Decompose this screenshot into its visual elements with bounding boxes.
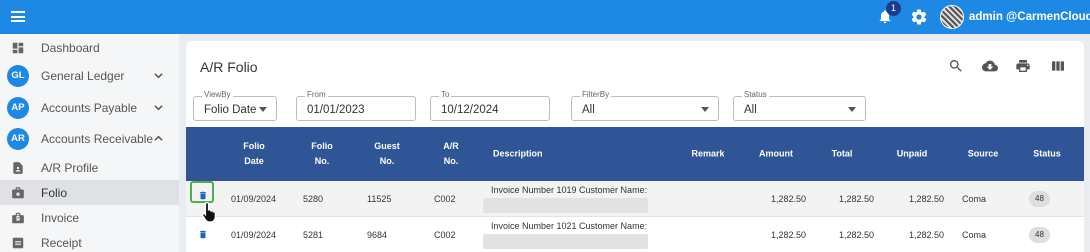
sidebar-item-dashboard[interactable]: Dashboard	[0, 35, 179, 60]
cloud-download-icon[interactable]	[982, 58, 998, 74]
column-header[interactable]: Folio Date	[236, 139, 272, 169]
caret-down-icon	[259, 107, 267, 112]
invoice-icon	[12, 212, 24, 224]
column-header[interactable]: Status	[1026, 147, 1068, 162]
sidebar-item-label: General Ledger	[41, 69, 125, 83]
hamburger-menu-icon[interactable]	[11, 11, 25, 22]
chevron-up-icon	[154, 135, 163, 141]
folio-icon	[12, 187, 24, 199]
column-header[interactable]: Remark	[686, 147, 730, 162]
sidebar-item-label: A/R Profile	[41, 161, 99, 175]
dashboard-icon	[12, 42, 24, 54]
sidebar-item-label: Invoice	[41, 211, 80, 225]
filterby-value: All	[582, 104, 595, 116]
column-header[interactable]: Description	[493, 147, 553, 162]
sidebar-item-label: Accounts Receivable	[41, 132, 154, 146]
from-value: 01/01/2023	[307, 104, 365, 116]
chevron-down-icon	[154, 105, 163, 111]
from-date-field[interactable]: From 01/01/2023	[296, 90, 416, 121]
sidebar-item-ar-profile[interactable]: A/R Profile	[0, 155, 179, 180]
redacted-text	[483, 198, 648, 213]
column-header[interactable]: Unpaid	[890, 147, 934, 162]
trash-icon[interactable]	[198, 228, 208, 241]
cell-description: Invoice Number 1019 Customer Name:	[491, 185, 648, 195]
to-value: 10/12/2024	[441, 104, 499, 116]
main-card: A/R Folio ViewBy Folio Date From 01/01/2…	[186, 41, 1084, 252]
cell-ar-no: C002	[434, 194, 456, 204]
status-value: All	[744, 104, 757, 116]
cell-description: Invoice Number 1021 Customer Name:	[491, 221, 648, 231]
receipt-icon	[12, 237, 24, 249]
column-header[interactable]: Total	[824, 147, 860, 162]
cell-source: Coma	[962, 194, 987, 204]
column-header[interactable]: Guest No.	[369, 139, 405, 169]
cell-unpaid: 1,282.50	[908, 194, 944, 204]
viewby-value: Folio Date	[204, 104, 257, 116]
filterby-label: FilterBy	[580, 90, 612, 99]
sidebar-item-folio[interactable]: Folio	[0, 180, 179, 205]
gl-badge: GL	[7, 65, 29, 87]
viewby-select[interactable]: ViewBy Folio Date	[193, 90, 277, 121]
top-app-bar: 1 admin @CarmenCloud	[0, 0, 1090, 34]
cell-folio-no: 5281	[303, 230, 324, 240]
to-date-field[interactable]: To 10/12/2024	[430, 90, 550, 121]
search-icon[interactable]	[948, 58, 964, 74]
status-badge: 48	[1029, 227, 1050, 243]
chevron-down-icon	[154, 73, 163, 79]
column-header[interactable]: Folio No.	[304, 139, 340, 169]
cell-guest-no: 11525	[367, 194, 392, 204]
sidebar-item-label: Receipt	[41, 236, 82, 250]
column-header[interactable]: A/R No.	[433, 139, 469, 169]
print-icon[interactable]	[1015, 58, 1031, 74]
profile-icon	[13, 162, 23, 174]
user-label[interactable]: admin @CarmenCloud	[969, 11, 1090, 23]
columns-icon[interactable]	[1050, 58, 1066, 74]
cell-ar-no: C002	[434, 230, 456, 240]
ap-badge: AP	[7, 97, 29, 119]
hand-cursor-icon	[202, 201, 216, 223]
status-badge: 48	[1029, 191, 1050, 207]
sidebar: Dashboard GL General Ledger AP Accounts …	[0, 34, 179, 252]
cell-total: 1,282.50	[838, 230, 874, 240]
sidebar-item-accounts-receivable[interactable]: AR Accounts Receivable	[0, 126, 179, 151]
status-label: Status	[742, 90, 769, 99]
cell-amount: 1,282.50	[770, 194, 806, 204]
sidebar-item-label: Dashboard	[41, 41, 100, 55]
cell-unpaid: 1,282.50	[908, 230, 944, 240]
cell-folio-date: 01/09/2024	[231, 230, 277, 240]
status-select[interactable]: Status All	[733, 90, 866, 121]
redacted-text	[483, 234, 648, 249]
from-label: From	[305, 90, 328, 99]
sidebar-item-accounts-payable[interactable]: AP Accounts Payable	[0, 95, 179, 120]
sidebar-item-label: Folio	[41, 186, 68, 200]
column-header[interactable]: Amount	[754, 147, 798, 162]
cell-amount: 1,282.50	[770, 230, 806, 240]
sidebar-item-receipt[interactable]: Receipt	[0, 230, 179, 252]
column-header[interactable]: Source	[961, 147, 1005, 162]
cell-folio-date: 01/09/2024	[231, 194, 277, 204]
viewby-label: ViewBy	[202, 90, 233, 99]
page-title: A/R Folio	[200, 59, 258, 75]
table-header: Folio Date Folio No. Guest No. A/R No. Descr…	[186, 127, 1084, 181]
to-label: To	[439, 90, 452, 99]
cell-total: 1,282.50	[838, 194, 874, 204]
cell-folio-no: 5280	[303, 194, 324, 204]
filterby-select[interactable]: FilterBy All	[571, 90, 719, 121]
gear-icon[interactable]	[910, 8, 928, 26]
table-row[interactable]: 01/09/2024 5281 9684 C002 Invoice Number…	[186, 217, 1084, 252]
avatar[interactable]	[940, 5, 964, 29]
table-row[interactable]: 01/09/2024 5280 11525 C002 Invoice Numbe…	[186, 181, 1084, 217]
cell-guest-no: 9684	[367, 230, 388, 240]
sidebar-item-general-ledger[interactable]: GL General Ledger	[0, 63, 179, 88]
sidebar-item-label: Accounts Payable	[41, 101, 138, 115]
notification-badge: 1	[886, 1, 901, 16]
caret-down-icon	[848, 107, 856, 112]
cell-source: Coma	[962, 230, 987, 240]
ar-badge: AR	[7, 128, 29, 150]
caret-down-icon	[701, 107, 709, 112]
sidebar-item-invoice[interactable]: Invoice	[0, 205, 179, 230]
